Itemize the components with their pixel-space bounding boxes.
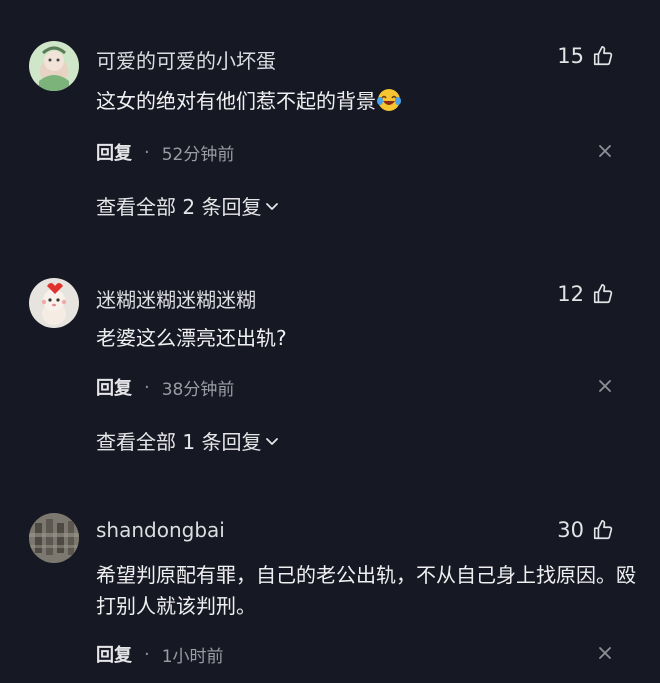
thumbs-up-icon[interactable] <box>592 283 614 305</box>
close-icon[interactable] <box>597 378 613 394</box>
like-button[interactable]: 15 <box>557 44 614 68</box>
avatar[interactable] <box>29 41 79 91</box>
timestamp: 1小时前 <box>161 646 224 667</box>
comment-meta: 回复 · 38分钟前 <box>96 374 234 400</box>
username[interactable]: shandongbai <box>96 518 225 542</box>
view-replies-button[interactable]: 查看全部 2 条回复 <box>96 191 279 220</box>
view-replies-label: 查看全部 1 条回复 <box>96 430 262 454</box>
like-count: 30 <box>557 518 584 542</box>
comment-text: 希望判原配有罪，自己的老公出轨，不从自己身上找原因。殴打别人就该判刑。 <box>96 563 636 618</box>
like-count: 12 <box>557 282 584 306</box>
close-icon[interactable] <box>597 645 613 661</box>
like-button[interactable]: 12 <box>557 282 614 306</box>
meta-separator: · <box>144 376 150 398</box>
avatar[interactable] <box>29 513 79 563</box>
reply-button[interactable]: 回复 <box>96 139 132 165</box>
view-replies-label: 查看全部 2 条回复 <box>96 195 262 219</box>
username[interactable]: 可爱的可爱的小坏蛋 <box>96 45 276 74</box>
comment-text: 这女的绝对有他们惹不起的背景 <box>96 86 636 117</box>
like-count: 15 <box>557 44 584 68</box>
username[interactable]: 迷糊迷糊迷糊迷糊 <box>96 284 256 313</box>
comment-meta: 回复 · 52分钟前 <box>96 139 234 165</box>
close-icon[interactable] <box>597 143 613 159</box>
laughing-crying-emoji-icon <box>376 87 402 113</box>
comment-meta: 回复 · 1小时前 <box>96 641 224 667</box>
thumbs-up-icon[interactable] <box>592 45 614 67</box>
chevron-down-icon <box>265 194 279 218</box>
view-replies-button[interactable]: 查看全部 1 条回复 <box>96 426 279 455</box>
avatar[interactable] <box>29 278 79 328</box>
meta-separator: · <box>144 141 150 163</box>
thumbs-up-icon[interactable] <box>592 519 614 541</box>
comment-text-content: 这女的绝对有他们惹不起的背景 <box>96 89 376 113</box>
reply-button[interactable]: 回复 <box>96 641 132 667</box>
like-button[interactable]: 30 <box>557 518 614 542</box>
chevron-down-icon <box>265 429 279 453</box>
meta-separator: · <box>144 643 150 665</box>
timestamp: 38分钟前 <box>161 379 235 400</box>
timestamp: 52分钟前 <box>161 144 235 165</box>
comment-text: 老婆这么漂亮还出轨? <box>96 326 287 350</box>
reply-button[interactable]: 回复 <box>96 374 132 400</box>
